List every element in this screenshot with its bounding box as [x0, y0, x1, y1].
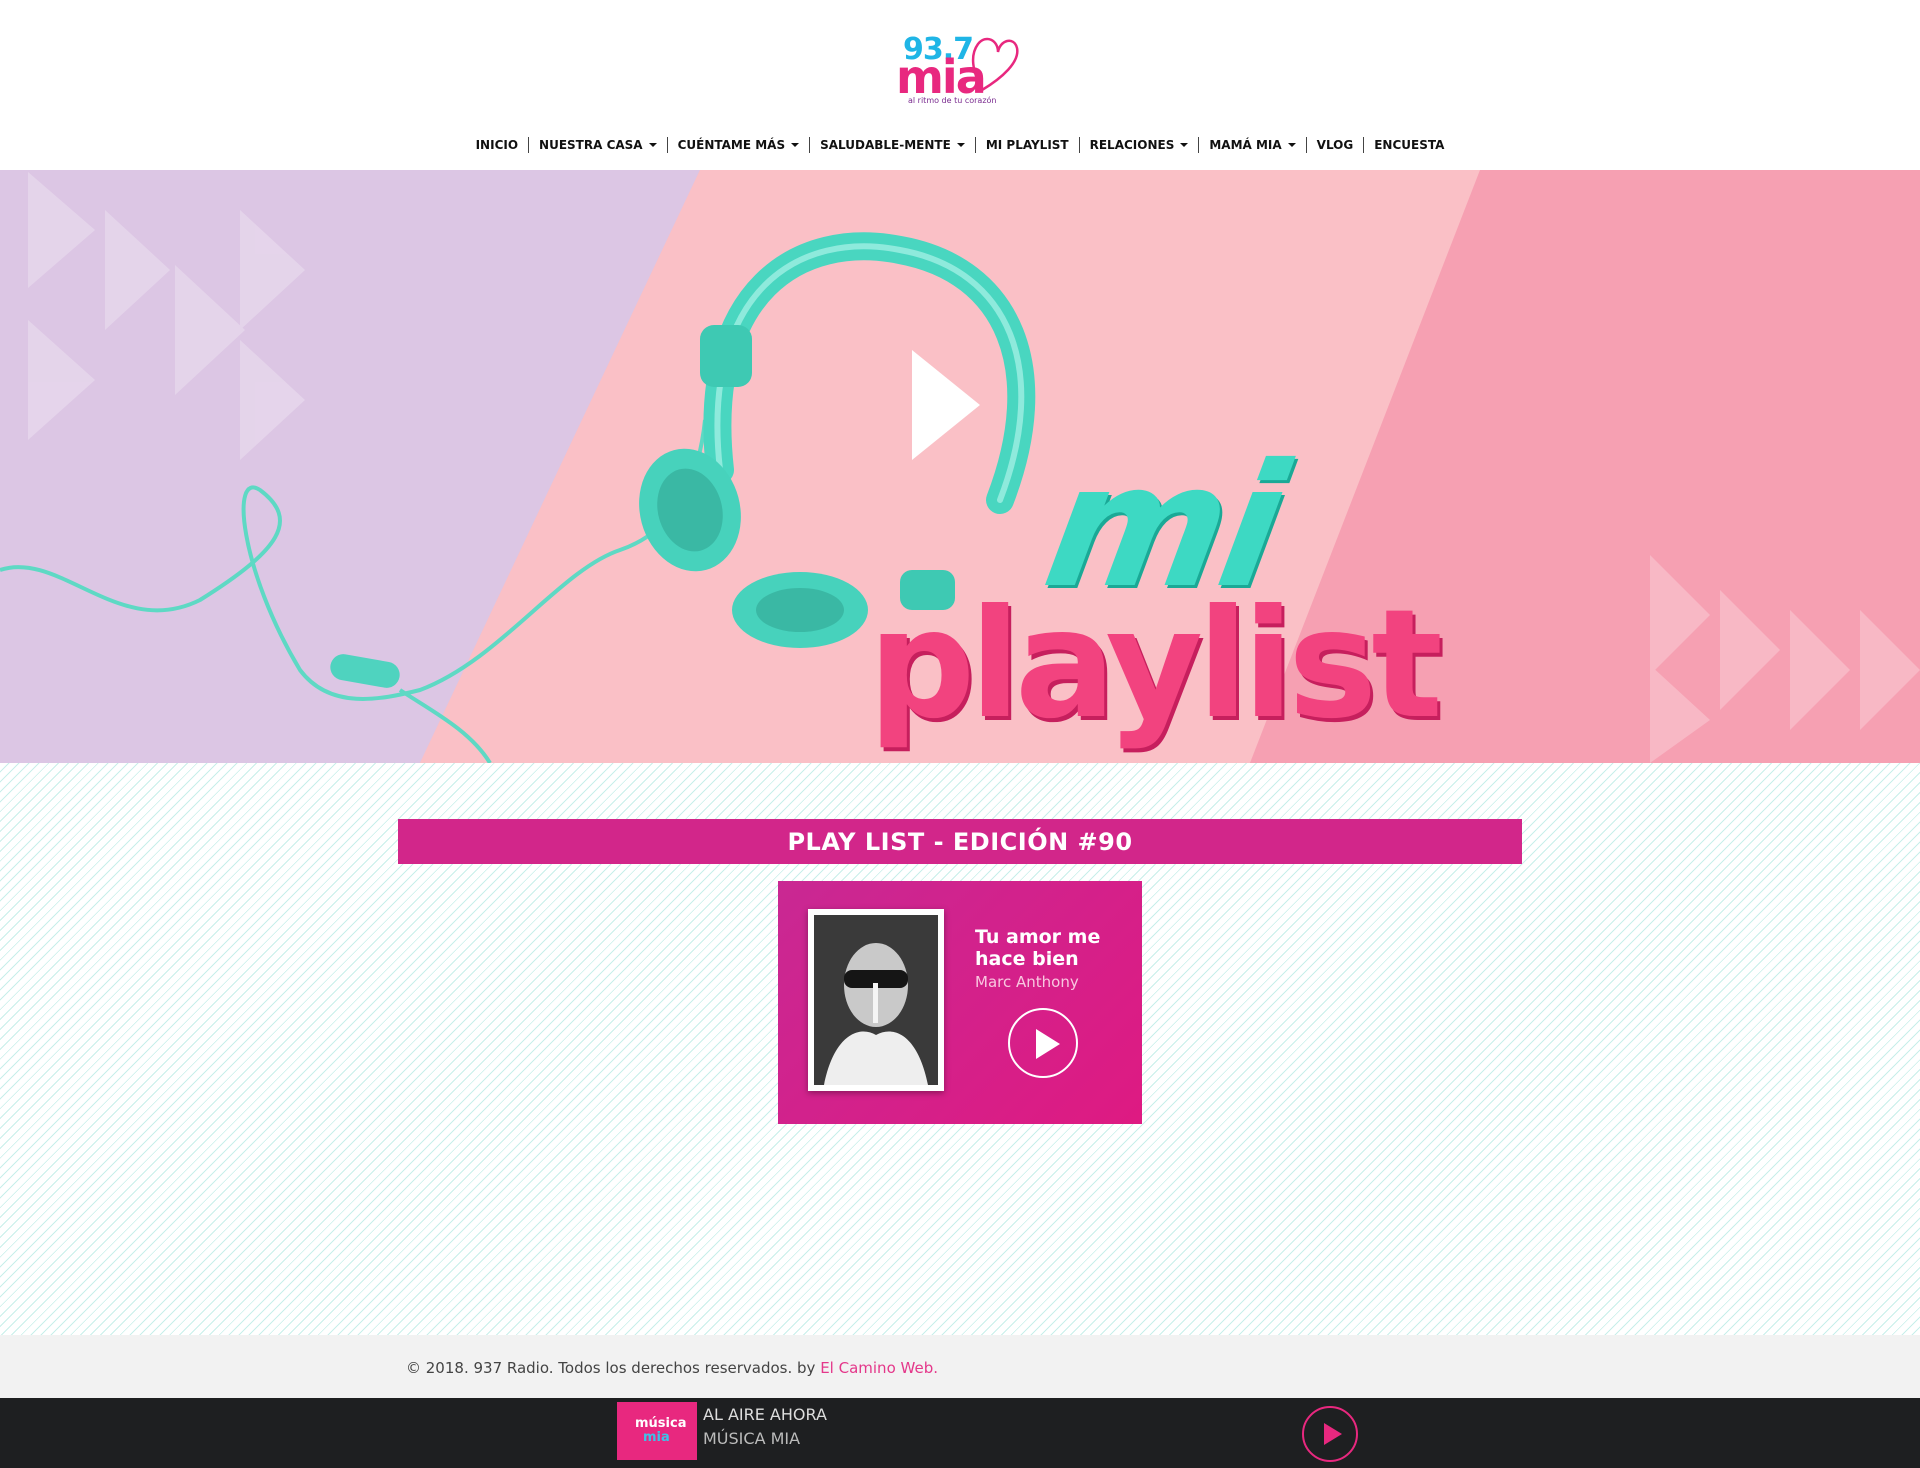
- play-circle-icon[interactable]: [1008, 1008, 1078, 1078]
- logo-tagline: al ritmo de tu corazón: [908, 96, 997, 105]
- station-logo: música mia: [617, 1402, 697, 1460]
- nav-item-inicio[interactable]: INICIO: [466, 137, 528, 153]
- play-button[interactable]: [1302, 1406, 1358, 1462]
- hero-banner: mi playlist: [0, 170, 1920, 763]
- caret-down-icon: [1180, 143, 1189, 147]
- nav-item-relaciones[interactable]: RELACIONES: [1078, 137, 1199, 153]
- main-content: PLAY LIST - EDICIÓN #90 Tu amor me hace …: [0, 763, 1920, 1335]
- copyright-text: © 2018. 937 Radio. Todos los derechos re…: [406, 1359, 938, 1377]
- site-header: 93.7 mia al ritmo de tu corazón INICIO N…: [0, 0, 1920, 170]
- section-heading: PLAY LIST - EDICIÓN #90: [787, 827, 1133, 856]
- caret-down-icon: [791, 143, 800, 147]
- nav-item-mi-playlist[interactable]: MI PLAYLIST: [974, 137, 1079, 153]
- nav-item-nuestra-casa[interactable]: NUESTRA CASA: [528, 137, 667, 153]
- nav-item-cuentame-mas[interactable]: CUÉNTAME MÁS: [666, 137, 810, 153]
- nav-item-vlog[interactable]: VLOG: [1305, 137, 1364, 153]
- caret-down-icon: [648, 143, 657, 147]
- site-footer: © 2018. 937 Radio. Todos los derechos re…: [0, 1335, 1920, 1398]
- nav-item-encuesta[interactable]: ENCUESTA: [1363, 137, 1454, 153]
- artist-photo: [814, 915, 938, 1085]
- main-nav: INICIO NUESTRA CASA CUÉNTAME MÁS SALUDAB…: [0, 132, 1920, 158]
- nav-item-saludable-mente[interactable]: SALUDABLE-MENTE: [809, 137, 975, 153]
- caret-down-icon: [1287, 143, 1296, 147]
- album-cover: [808, 909, 944, 1091]
- caret-down-icon: [956, 143, 965, 147]
- on-air-label: AL AIRE AHORA: [703, 1405, 827, 1424]
- track-card[interactable]: Tu amor me hace bien Marc Anthony: [778, 881, 1142, 1124]
- credit-link[interactable]: El Camino Web.: [820, 1359, 938, 1377]
- hero-title-playlist: playlist: [868, 578, 1443, 752]
- nav-item-mama-mia[interactable]: MAMÁ MIA: [1198, 137, 1305, 153]
- track-title: Tu amor me hace bien: [975, 926, 1101, 970]
- section-heading-bar: PLAY LIST - EDICIÓN #90: [398, 819, 1522, 864]
- track-artist: Marc Anthony: [975, 973, 1079, 991]
- station-name: MÚSICA MIA: [703, 1429, 801, 1448]
- site-logo[interactable]: 93.7 mia al ritmo de tu corazón: [890, 30, 1020, 110]
- radio-player-bar: música mia AL AIRE AHORA MÚSICA MIA: [0, 1398, 1920, 1468]
